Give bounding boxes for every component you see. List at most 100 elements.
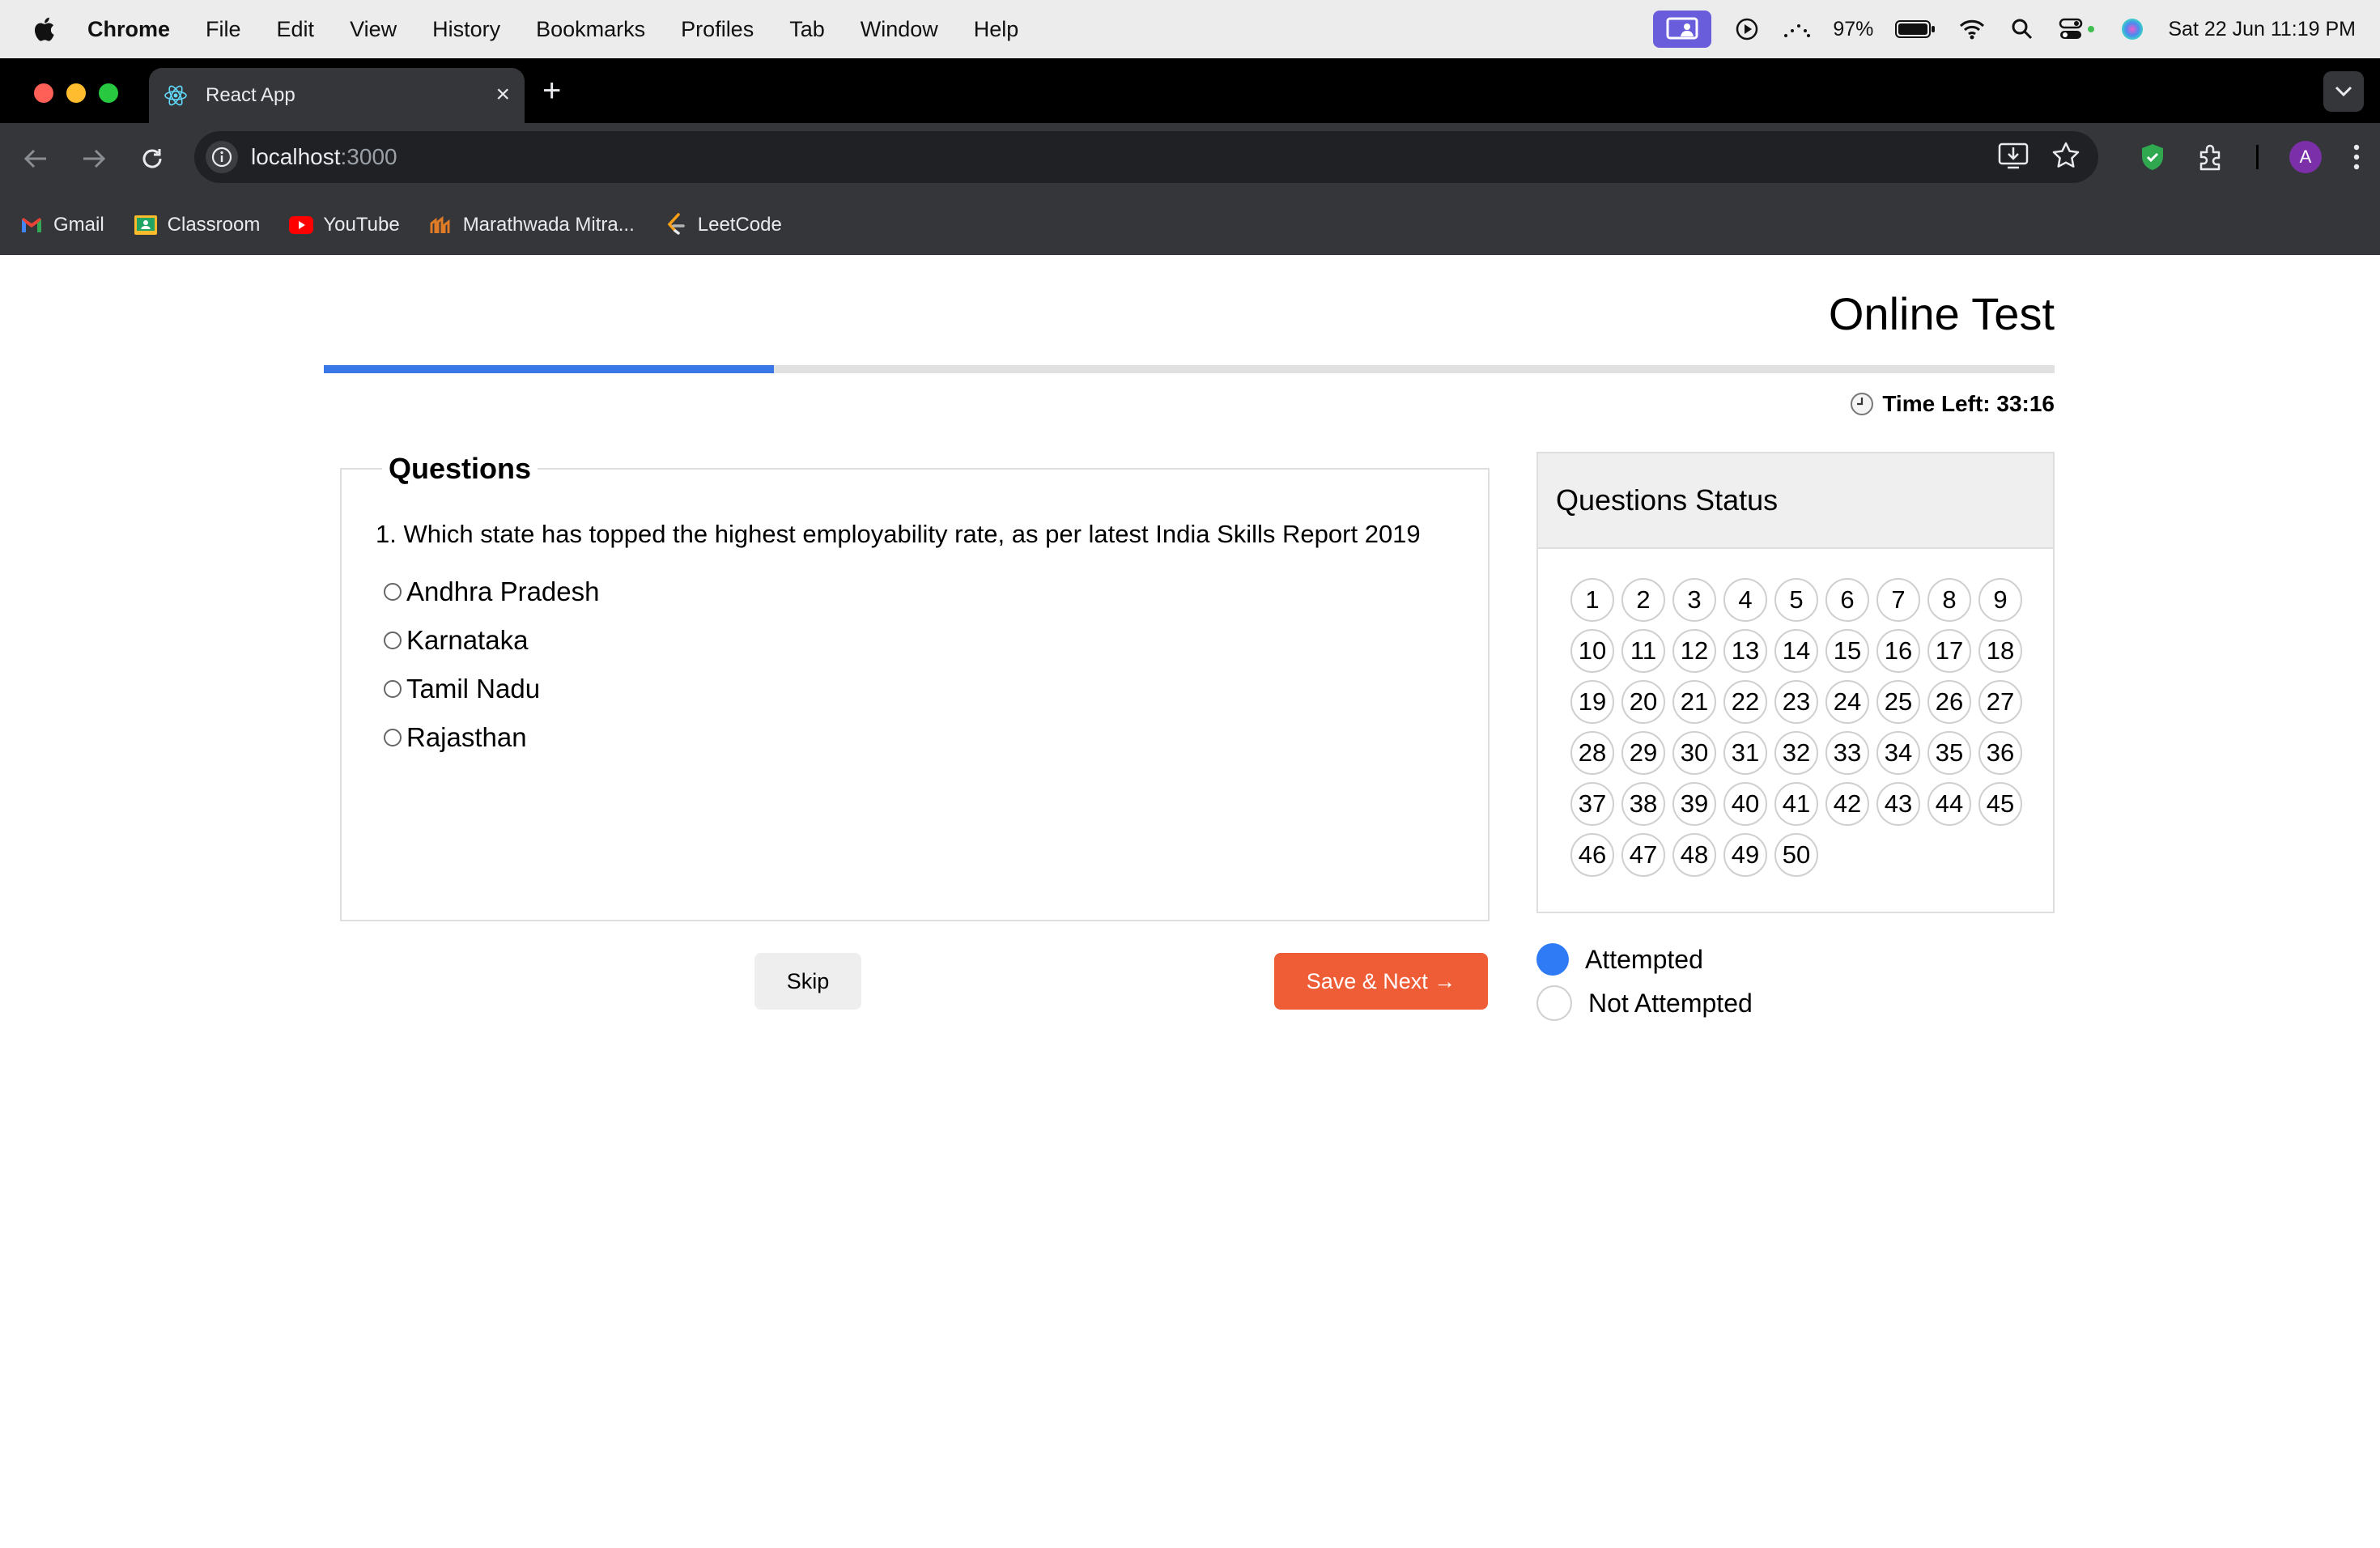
menu-bookmarks[interactable]: Bookmarks [536, 17, 645, 42]
control-center-icon[interactable] [2058, 15, 2097, 44]
question-number-button[interactable]: 21 [1672, 680, 1716, 724]
bookmark-leetcode[interactable]: LeetCode [664, 212, 782, 237]
question-number-button[interactable]: 19 [1570, 680, 1614, 724]
question-number-button[interactable]: 42 [1825, 782, 1869, 826]
question-number-button[interactable]: 47 [1621, 833, 1665, 877]
question-number-button[interactable]: 4 [1723, 578, 1767, 622]
window-maximize-button[interactable] [99, 83, 118, 103]
skip-button[interactable]: Skip [754, 953, 861, 1010]
extensions-puzzle-icon[interactable] [2196, 142, 2225, 172]
question-number-button[interactable]: 34 [1876, 731, 1920, 775]
question-number-button[interactable]: 27 [1978, 680, 2022, 724]
question-number-button[interactable]: 1 [1570, 578, 1614, 622]
option-radio[interactable] [384, 583, 402, 601]
question-number-button[interactable]: 12 [1672, 629, 1716, 673]
window-minimize-button[interactable] [66, 83, 86, 103]
bookmark-marathwada-mitra[interactable]: Marathwada Mitra... [429, 213, 635, 237]
save-next-button[interactable]: Save & Next → [1274, 953, 1488, 1010]
question-number-button[interactable]: 11 [1621, 629, 1665, 673]
question-number-button[interactable]: 17 [1927, 629, 1971, 673]
question-number-button[interactable]: 28 [1570, 731, 1614, 775]
option-label[interactable]: Andhra Pradesh [406, 576, 600, 607]
question-number-button[interactable]: 40 [1723, 782, 1767, 826]
menu-app-chrome[interactable]: Chrome [87, 17, 170, 42]
question-number-button[interactable]: 31 [1723, 731, 1767, 775]
menu-window[interactable]: Window [861, 17, 938, 42]
apple-logo-icon[interactable] [32, 15, 55, 43]
menu-tab[interactable]: Tab [789, 17, 825, 42]
activity-dots-icon[interactable] [1783, 15, 1812, 44]
url-text[interactable]: localhost:3000 [251, 144, 397, 170]
menu-view[interactable]: View [350, 17, 397, 42]
question-number-button[interactable]: 48 [1672, 833, 1716, 877]
question-number-button[interactable]: 33 [1825, 731, 1869, 775]
question-number-button[interactable]: 10 [1570, 629, 1614, 673]
question-number-button[interactable]: 29 [1621, 731, 1665, 775]
question-number-button[interactable]: 49 [1723, 833, 1767, 877]
question-number-button[interactable]: 39 [1672, 782, 1716, 826]
question-number-button[interactable]: 35 [1927, 731, 1971, 775]
question-number-button[interactable]: 25 [1876, 680, 1920, 724]
option-karnataka[interactable]: Karnataka [384, 625, 528, 656]
back-button[interactable] [19, 142, 52, 175]
option-andhra-pradesh[interactable]: Andhra Pradesh [384, 576, 600, 607]
menubar-datetime[interactable]: Sat 22 Jun 11:19 PM [2168, 18, 2356, 41]
option-label[interactable]: Rajasthan [406, 722, 527, 753]
menu-file[interactable]: File [206, 17, 241, 42]
question-number-button[interactable]: 5 [1774, 578, 1818, 622]
bookmark-star-icon[interactable] [2051, 141, 2080, 170]
question-number-button[interactable]: 38 [1621, 782, 1665, 826]
battery-icon[interactable] [1894, 15, 1936, 44]
question-number-button[interactable]: 26 [1927, 680, 1971, 724]
question-number-button[interactable]: 43 [1876, 782, 1920, 826]
question-number-button[interactable]: 30 [1672, 731, 1716, 775]
menu-edit[interactable]: Edit [277, 17, 315, 42]
menu-profiles[interactable]: Profiles [681, 17, 754, 42]
question-number-button[interactable]: 50 [1774, 833, 1818, 877]
spotlight-search-icon[interactable] [2008, 15, 2037, 44]
tab-search-button[interactable] [2323, 71, 2364, 112]
site-info-icon[interactable] [206, 141, 238, 173]
question-number-button[interactable]: 2 [1621, 578, 1665, 622]
tab-react-app[interactable]: React App × [149, 68, 525, 123]
siri-icon[interactable] [2118, 15, 2147, 44]
menu-history[interactable]: History [432, 17, 500, 42]
window-close-button[interactable] [34, 83, 53, 103]
question-number-button[interactable]: 44 [1927, 782, 1971, 826]
screen-share-icon[interactable] [1653, 11, 1712, 48]
question-number-button[interactable]: 9 [1978, 578, 2022, 622]
question-number-button[interactable]: 22 [1723, 680, 1767, 724]
question-number-button[interactable]: 18 [1978, 629, 2022, 673]
option-radio[interactable] [384, 729, 402, 746]
profile-avatar[interactable]: A [2289, 141, 2322, 173]
question-number-button[interactable]: 36 [1978, 731, 2022, 775]
bookmark-classroom[interactable]: Classroom [134, 213, 260, 237]
question-number-button[interactable]: 41 [1774, 782, 1818, 826]
bookmark-gmail[interactable]: Gmail [19, 213, 104, 237]
question-number-button[interactable]: 13 [1723, 629, 1767, 673]
shield-extension-icon[interactable] [2140, 142, 2165, 172]
play-circle-icon[interactable] [1732, 15, 1762, 44]
menu-help[interactable]: Help [974, 17, 1019, 42]
wifi-icon[interactable] [1957, 15, 1987, 44]
more-menu-icon[interactable] [2352, 143, 2361, 171]
bookmark-youtube[interactable]: YouTube [289, 213, 400, 237]
question-number-button[interactable]: 24 [1825, 680, 1869, 724]
tab-close-icon[interactable]: × [495, 83, 510, 107]
option-radio[interactable] [384, 632, 402, 649]
new-tab-button[interactable]: + [542, 74, 561, 107]
question-number-button[interactable]: 46 [1570, 833, 1614, 877]
question-number-button[interactable]: 45 [1978, 782, 2022, 826]
address-bar[interactable]: localhost:3000 [194, 131, 2098, 183]
question-number-button[interactable]: 23 [1774, 680, 1818, 724]
option-label[interactable]: Tamil Nadu [406, 674, 540, 704]
question-number-button[interactable]: 15 [1825, 629, 1869, 673]
question-number-button[interactable]: 37 [1570, 782, 1614, 826]
install-app-icon[interactable] [1998, 141, 2029, 170]
question-number-button[interactable]: 16 [1876, 629, 1920, 673]
question-number-button[interactable]: 6 [1825, 578, 1869, 622]
option-rajasthan[interactable]: Rajasthan [384, 722, 527, 753]
question-number-button[interactable]: 20 [1621, 680, 1665, 724]
question-number-button[interactable]: 3 [1672, 578, 1716, 622]
reload-button[interactable] [136, 142, 168, 175]
